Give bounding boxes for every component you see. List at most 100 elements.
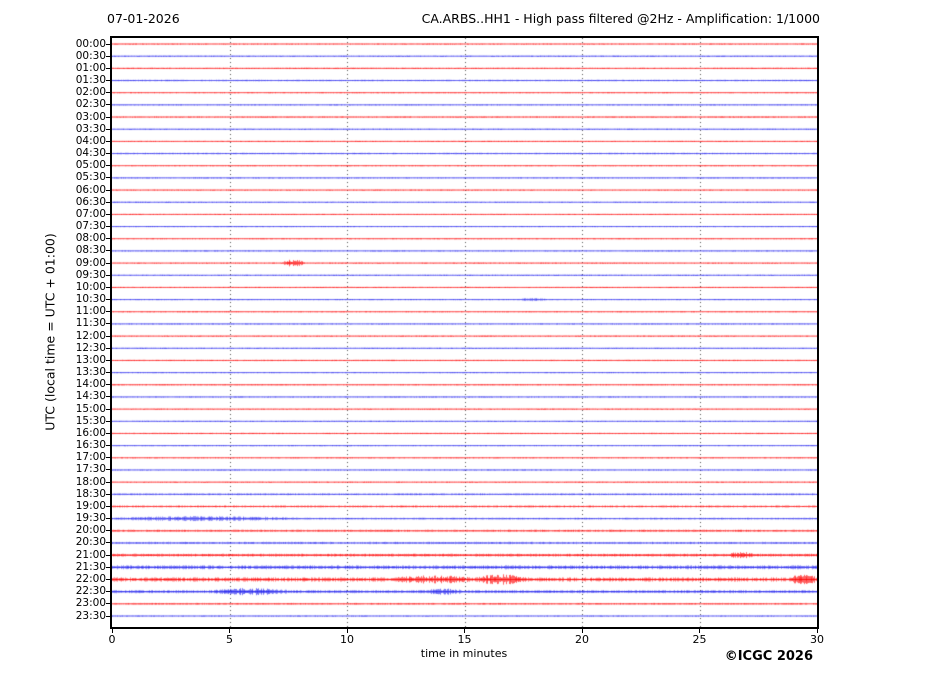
y-tick-mark [106,481,110,483]
y-tick-mark [106,408,110,410]
y-tick-label: 21:30 [75,560,106,573]
y-tick-mark [106,445,110,447]
x-tick-label: 30 [810,633,824,646]
x-tick-label: 20 [575,633,589,646]
y-tick-label: 07:00 [75,207,106,220]
y-tick-label: 10:30 [75,293,106,306]
x-tick-label: 15 [457,633,472,646]
plot-title: CA.ARBS..HH1 - High pass filtered @2Hz -… [421,11,820,26]
y-tick-label: 02:00 [75,86,106,99]
y-tick-mark [106,323,110,325]
y-tick-label: 17:30 [75,463,106,476]
y-tick-label: 08:00 [75,232,106,245]
y-tick-label: 19:30 [75,512,106,525]
plot-area [110,36,819,629]
y-tick-label: 23:30 [75,609,106,622]
y-tick-label: 20:30 [75,536,106,549]
y-tick-mark [106,615,110,617]
y-tick-mark [106,238,110,240]
y-tick-mark [106,116,110,118]
x-tick-label: 0 [108,633,116,646]
y-tick-mark [106,43,110,45]
y-axis-label: UTC (local time = UTC + 01:00) [42,233,58,431]
y-tick-label: 17:00 [75,451,106,464]
y-tick-label: 10:00 [75,280,106,293]
y-tick-label: 21:00 [75,548,106,561]
y-tick-mark [106,530,110,532]
y-tick-mark [106,165,110,167]
y-tick-mark [106,396,110,398]
y-tick-mark [106,250,110,252]
y-tick-mark [106,104,110,106]
y-tick-label: 04:00 [75,134,106,147]
y-tick-label: 11:30 [75,317,106,330]
y-tick-mark [106,335,110,337]
y-tick-label: 01:00 [75,61,106,74]
x-tick-label: 25 [692,633,707,646]
y-tick-mark [106,55,110,57]
x-tick-label: 5 [226,633,233,646]
y-tick-label: 00:30 [75,49,106,62]
y-tick-label: 01:30 [75,74,106,86]
y-tick-mark [106,566,110,568]
y-tick-mark [106,469,110,471]
y-tick-label: 05:00 [75,159,106,172]
y-tick-label: 16:00 [75,426,106,439]
y-tick-label: 18:00 [75,475,106,488]
y-tick-mark [106,432,110,434]
y-tick-label: 12:30 [75,341,106,354]
y-tick-mark [106,603,110,605]
y-tick-mark [106,518,110,520]
y-tick-mark [106,189,110,191]
y-tick-label: 03:00 [75,110,106,123]
y-tick-mark [106,372,110,374]
y-tick-mark [106,226,110,228]
y-tick-mark [106,542,110,544]
y-tick-label: 20:00 [75,524,106,537]
y-tick-mark [106,177,110,179]
y-tick-label: 11:00 [75,305,106,318]
y-tick-label: 14:30 [75,390,106,403]
y-tick-label: 19:00 [75,499,106,512]
y-tick-label: 06:00 [75,183,106,196]
y-tick-label: 18:30 [75,487,106,500]
y-tick-label: 09:00 [75,256,106,269]
y-tick-mark [106,347,110,349]
y-tick-label: 15:00 [75,402,106,415]
y-tick-label: 13:00 [75,353,106,366]
seismogram-canvas [112,38,817,627]
y-tick-mark [106,286,110,288]
y-tick-label: 22:00 [75,572,106,585]
y-tick-mark [106,213,110,215]
y-tick-mark [106,591,110,593]
y-tick-mark [106,80,110,81]
y-tick-mark [106,274,110,276]
y-tick-mark [106,262,110,264]
y-tick-label: 06:30 [75,195,106,208]
y-tick-label: 16:30 [75,439,106,452]
y-tick-label: 13:30 [75,366,106,379]
y-tick-mark [106,92,110,94]
y-tick-label: 14:00 [75,378,106,391]
y-tick-mark [106,67,110,69]
y-tick-label: 05:30 [75,171,106,184]
y-tick-mark [106,153,110,155]
y-tick-mark [106,554,110,556]
copyright-text: ©ICGC 2026 [724,649,813,664]
x-tick-label: 10 [340,633,354,646]
y-tick-label: 08:30 [75,244,106,257]
y-tick-label: 12:00 [75,329,106,342]
date-title: 07-01-2026 [107,11,180,26]
y-tick-mark [106,201,110,203]
y-tick-mark [106,359,110,361]
y-tick-label: 15:30 [75,414,106,427]
y-tick-label: 00:00 [75,37,106,50]
y-tick-label: 02:30 [75,98,106,111]
y-tick-label: 07:30 [75,220,106,233]
y-tick-mark [106,505,110,507]
y-tick-mark [106,311,110,313]
y-tick-mark [106,384,110,386]
y-tick-mark [106,140,110,142]
y-tick-label: 04:30 [75,147,106,160]
x-axis-label: time in minutes [420,647,508,660]
